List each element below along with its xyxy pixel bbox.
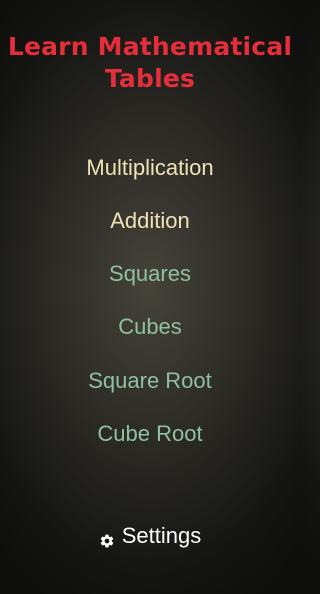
settings-button[interactable]: Settings bbox=[0, 522, 300, 550]
settings-label: Settings bbox=[121, 523, 202, 548]
app-title-line1: Learn Mathematical bbox=[7, 32, 293, 61]
menu-item-squares[interactable]: Squares bbox=[0, 260, 300, 288]
menu-item-cube-root[interactable]: Cube Root bbox=[0, 420, 300, 448]
app-title: Learn Mathematical Tables bbox=[0, 31, 300, 95]
menu-item-square-root[interactable]: Square Root bbox=[0, 367, 300, 395]
menu-item-cubes[interactable]: Cubes bbox=[0, 313, 300, 341]
menu-item-multiplication[interactable]: Multiplication bbox=[0, 154, 300, 182]
gear-icon bbox=[99, 528, 115, 548]
menu-item-addition[interactable]: Addition bbox=[0, 207, 300, 235]
app-title-line2: Tables bbox=[104, 64, 196, 93]
